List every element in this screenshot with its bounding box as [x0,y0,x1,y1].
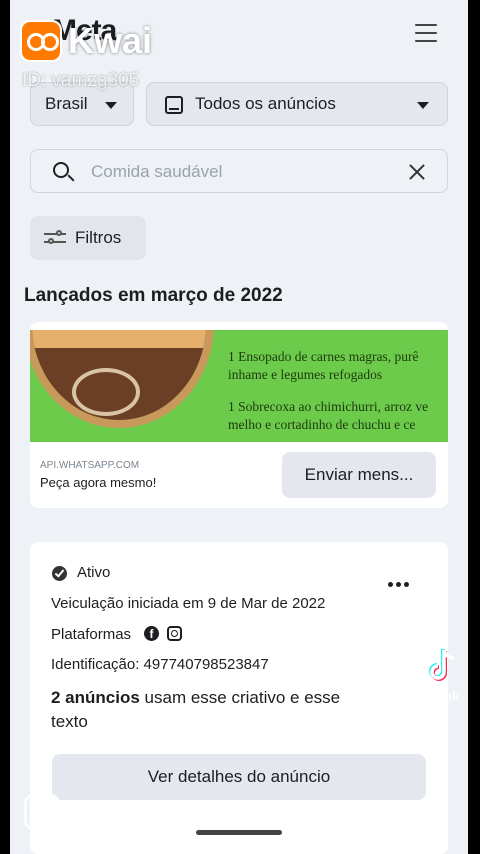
view-details-button[interactable]: Ver detalhes do anúncio [52,754,426,800]
ad-creative-image[interactable]: 1 Ensopado de carnes magras, purê inhame … [30,330,448,442]
send-message-button[interactable]: Enviar mens... [282,452,436,498]
ad-image-line: melho e cortadinho de chuchu e ce [228,417,416,432]
filters-button[interactable]: Filtros [30,216,146,260]
kwai-logo-icon [20,20,62,62]
clear-icon[interactable] [407,162,427,182]
search-bar [30,149,448,193]
app-screen: Meta Brasil Todos os anúncios Filtros La… [10,0,468,854]
ad-library-icon [165,96,183,114]
section-title: Lançados em março de 2022 [24,285,283,306]
ad-category-label: Todos os anúncios [195,94,336,113]
ads-count: 2 anúncios usam esse criativo e esse tex… [51,686,371,734]
ads-count-bold: 2 anúncios [51,688,140,707]
caret-down-icon [417,102,429,109]
ad-domain: API.WHATSAPP.COM [40,460,140,471]
tiktok-logo-icon [429,649,455,681]
ad-id: Identificação: 497740798523847 [51,656,269,673]
check-circle-icon [52,566,67,581]
reels-icon [24,794,60,830]
country-label: Brasil [45,94,88,113]
ad-card: 1 Ensopado de carnes magras, purê inhame … [30,322,448,508]
kwai-id-watermark: ID: vamzg305 [22,70,140,91]
platform-icons: f [144,626,182,641]
run-info: Veiculação iniciada em 9 de Mar de 2022 [51,595,326,612]
home-indicator [196,830,282,835]
search-icon [53,162,69,178]
status-label: Ativo [77,564,111,581]
reels-username: hackrads [72,802,152,822]
ad-image-text: 1 Ensopado de carnes magras, purê inhame … [228,348,448,442]
instagram-icon [167,626,182,641]
search-input[interactable] [91,160,391,184]
hamburger-icon[interactable] [415,24,437,44]
filters-label: Filtros [75,228,122,247]
sliders-icon [44,230,66,246]
more-options-icon[interactable] [388,582,410,588]
caret-down-icon [105,102,117,109]
ad-category-dropdown[interactable]: Todos os anúncios [146,82,448,126]
ad-image-line: 1 Ensopado de carnes magras, purê [228,349,419,364]
ad-cta-text: Peça agora mesmo! [40,475,157,490]
ad-image-line: inhame e legumes refogados [228,367,383,382]
facebook-icon: f [144,626,159,641]
ad-image-line: 1 Sobrecoxa ao chimichurri, arroz ve [228,399,429,414]
kwai-watermark: Kwai [68,20,153,61]
food-bowl-graphic [30,330,214,428]
tiktok-watermark: TikTok [416,688,460,704]
platforms-label: Plataformas [51,626,132,643]
